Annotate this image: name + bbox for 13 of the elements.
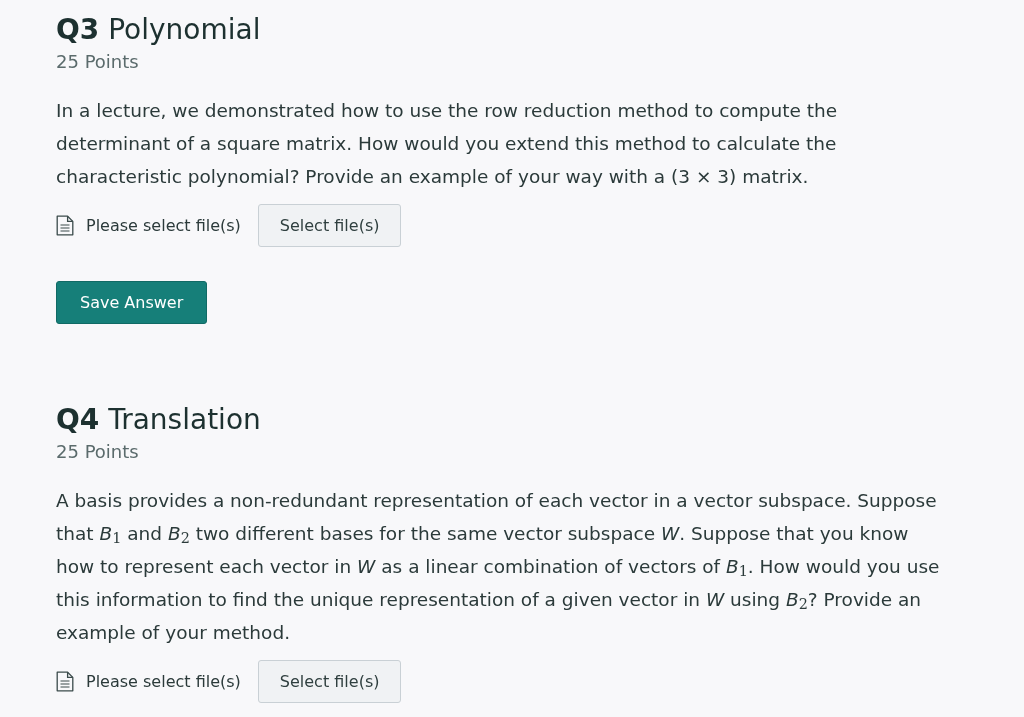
select-file-button[interactable]: Select file(s) bbox=[257, 660, 402, 703]
question-title: Q3 Polynomial bbox=[56, 12, 261, 48]
question-title: Q4 Translation bbox=[56, 402, 261, 438]
document-icon bbox=[56, 671, 74, 692]
upload-label: Please select file(s) bbox=[86, 216, 241, 235]
question-prompt: A basis provides a non-redundant representation of each vector in a vector subspace. Suppose that B$_{1}$ and B$_{2}$ two different bases for the same vector subspace W. Suppose that you know how to represent each vector in W as a linear combination of vectors of B$_{1}$. How would you use this information to find the unique representation of a given vector in W using B$_{2}$? Provide an example of your method. bbox=[56, 489, 941, 645]
question-prompt: In a lecture, we demonstrated how to use the row reduction method to compute the determinant of a square matrix. How would you extend this method to calculate the characteristic polynomial? Provide an example of your way with a (3 × 3) matrix. bbox=[56, 99, 839, 189]
select-file-button[interactable]: Select file(s) bbox=[257, 204, 402, 247]
points-label: 25 Points bbox=[56, 440, 139, 464]
save-answer-button[interactable]: Save Answer bbox=[56, 281, 208, 324]
upload-label: Please select file(s) bbox=[86, 672, 241, 691]
document-icon bbox=[56, 215, 74, 236]
points-label: 25 Points bbox=[56, 50, 139, 74]
